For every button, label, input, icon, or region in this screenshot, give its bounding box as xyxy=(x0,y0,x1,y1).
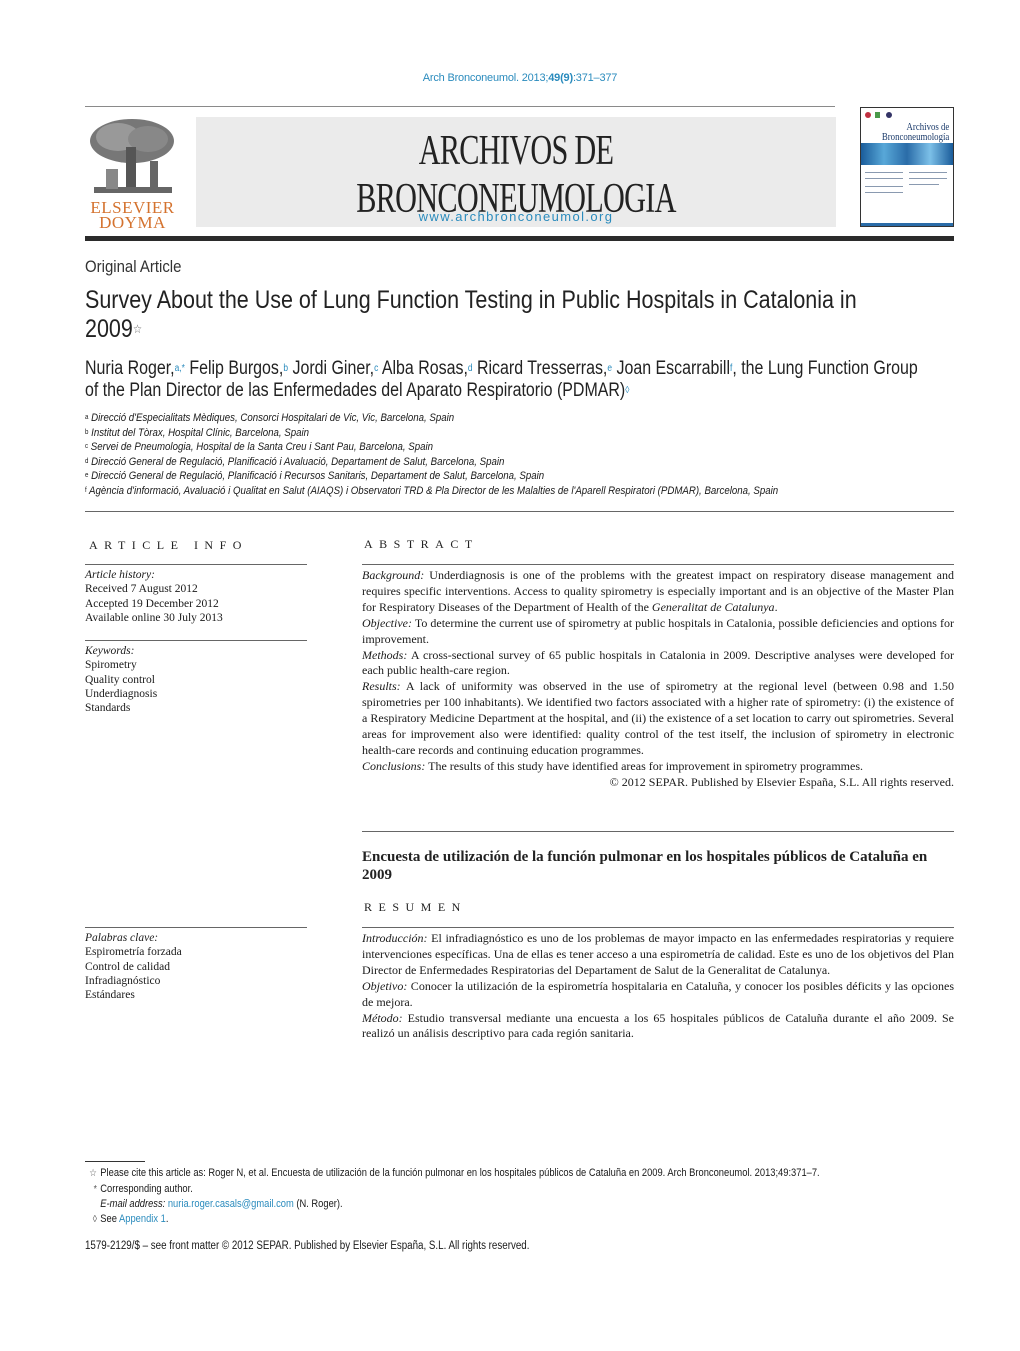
affiliation-item: b Institut del Tòrax, Hospital Clínic, B… xyxy=(85,426,310,439)
author: Joan Escarrabill xyxy=(612,358,731,379)
elsevier-logo: ELSEVIER DOYMA xyxy=(85,117,180,232)
keyword: Underdiagnosis xyxy=(85,687,158,700)
affiliation-item: e Direcció General de Regulació, Planifi… xyxy=(85,470,545,482)
footnote-corresponding: * Corresponding author. xyxy=(85,1182,850,1198)
section-divider xyxy=(85,511,954,512)
elsevier-tree-icon xyxy=(90,119,174,193)
author-group-footnote-link[interactable]: ◊ xyxy=(625,385,629,396)
abstract-results: Results: A lack of uniformity was observ… xyxy=(362,679,954,757)
abstract-conclusions: Conclusions: The results of this study h… xyxy=(362,758,864,773)
keyword: Infradiagnóstico xyxy=(85,974,161,987)
journal-cover-thumbnail[interactable]: Archivos de Bronconeumología xyxy=(860,107,954,227)
abstract-objective: Objective: To determine the current use … xyxy=(362,615,954,646)
journal-url-link[interactable]: www.archbronconeumol.org xyxy=(196,209,836,224)
abstract-rule xyxy=(362,564,954,565)
society-logos-icon xyxy=(865,112,892,118)
cover-title: Archivos de Bronconeumología xyxy=(881,121,949,143)
author: Felip Burgos, xyxy=(184,358,284,379)
star-icon: ☆ xyxy=(89,1168,97,1179)
journal-banner: ARCHIVOS DE BRONCONEUMOLOGIA www.archbro… xyxy=(196,117,836,227)
info-rule xyxy=(85,640,307,641)
author-affiliation-link[interactable]: a,* xyxy=(175,363,185,374)
keywords-es: Palabras clave: Espirometría forzada Con… xyxy=(85,931,315,1002)
keyword: Espirometría forzada xyxy=(85,946,182,959)
abstract-end-rule xyxy=(362,831,954,832)
affiliation-item: a Direcció d'Especialitats Mèdiques, Con… xyxy=(85,412,455,424)
affiliation-list: a Direcció d'Especialitats Mèdiques, Con… xyxy=(85,411,877,498)
spanish-title: Encuesta de utilización de la función pu… xyxy=(362,849,928,883)
keyword: Control de calidad xyxy=(85,960,170,973)
abstract-body: Background: Underdiagnosis is one of the… xyxy=(362,568,954,791)
abstract-copyright: © 2012 SEPAR. Published by Elsevier Espa… xyxy=(609,774,954,789)
asterisk-icon: * xyxy=(93,1183,97,1195)
footnote-email: E-mail address: nuria.roger.casals@gmail… xyxy=(100,1198,343,1210)
email-link[interactable]: nuria.roger.casals@gmail.com xyxy=(168,1198,294,1210)
diamond-icon: ◊ xyxy=(92,1213,97,1225)
keyword: Standards xyxy=(85,702,131,715)
resumen-heading: RESUMEN xyxy=(364,900,467,914)
article-info-heading: ARTICLE INFO xyxy=(89,538,248,552)
article-type: Original Article xyxy=(85,257,182,276)
info-rule xyxy=(85,927,307,928)
appendix-link[interactable]: Appendix 1 xyxy=(119,1213,166,1225)
footnote-cite: ☆ Please cite this article as: Roger N, e… xyxy=(85,1166,850,1182)
resumen-objetivo: Objetivo: Conocer la utilización de la e… xyxy=(362,978,954,1009)
resumen-rule xyxy=(362,927,954,928)
author: Ricard Tresserras, xyxy=(472,358,608,379)
keyword: Estándares xyxy=(85,989,135,1002)
history-accepted: Accepted 19 December 2012 xyxy=(85,597,219,610)
resumen-metodo: Método: Estudio transversal mediante una… xyxy=(362,1010,954,1041)
author-list: Nuria Roger,a,* Felip Burgos,b Jordi Gin… xyxy=(85,358,925,402)
resumen-introduccion: Introducción: El infradiagnóstico es uno… xyxy=(362,931,954,977)
abstract-background: Background: Underdiagnosis is one of the… xyxy=(362,568,954,614)
article-history: Article history: Received 7 August 2012 … xyxy=(85,568,315,625)
author: Nuria Roger, xyxy=(85,358,175,379)
affiliation-item: f Agència d'informació, Avaluació i Qual… xyxy=(85,484,779,497)
history-online: Available online 30 July 2013 xyxy=(85,611,223,624)
history-received: Received 7 August 2012 xyxy=(85,583,198,596)
author: Alba Rosas, xyxy=(378,358,468,379)
doyma-wordmark: DOYMA xyxy=(99,213,166,232)
header-top-rule xyxy=(85,106,835,107)
affiliation-item: c Servei de Pneumologia, Hospital de la … xyxy=(85,441,434,453)
abstract-heading: ABSTRACT xyxy=(364,537,479,551)
info-rule xyxy=(85,564,307,565)
keyword: Quality control xyxy=(85,673,155,686)
article-title: Survey About the Use of Lung Function Te… xyxy=(85,286,857,343)
footnote-appendix: ◊ See Appendix 1. xyxy=(85,1212,850,1228)
header-thick-rule xyxy=(85,236,954,241)
keywords: Keywords: Spirometry Quality control Und… xyxy=(85,644,315,715)
keyword: Spirometry xyxy=(85,659,137,672)
footnotes: ☆ Please cite this article as: Roger N, e… xyxy=(85,1166,850,1227)
author: Jordi Giner, xyxy=(288,358,375,379)
journal-citation[interactable]: Arch Bronconeumol. 2013;49(9):371–377 xyxy=(0,72,1020,84)
affiliation-item: d Direcció General de Regulació, Planifi… xyxy=(85,455,505,468)
footnote-rule xyxy=(85,1161,145,1162)
cover-image-band xyxy=(861,143,953,165)
abstract-methods: Methods: A cross-sectional survey of 65 … xyxy=(362,647,954,678)
resumen-body: Introducción: El infradiagnóstico es uno… xyxy=(362,931,954,1042)
front-matter: 1579-2129/$ – see front matter © 2012 SE… xyxy=(85,1240,530,1252)
title-footnote-star-icon[interactable]: ☆ xyxy=(133,322,142,336)
